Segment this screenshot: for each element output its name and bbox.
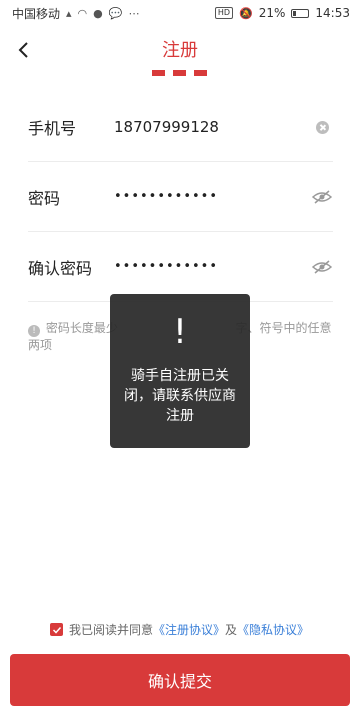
check-icon <box>52 626 61 634</box>
hd-badge: HD <box>214 7 234 19</box>
agreement: 我已阅读并同意 《注册协议》 及 《隐私协议》 <box>50 621 309 638</box>
header: 注册 <box>0 26 360 82</box>
register-form: 手机号 18707999128 密码 •••••••••••• 确认密码 •••… <box>28 92 333 302</box>
register-agreement-link[interactable]: 《注册协议》 <box>153 621 225 638</box>
title-dash <box>194 70 207 76</box>
status-bar-left: 中国移动 ▴ ◠ ● 💬 ⋯ <box>12 5 139 22</box>
notification-icon: ● <box>93 6 103 20</box>
phone-row: 手机号 18707999128 <box>28 92 333 162</box>
mute-icon: 🔕 <box>239 6 253 20</box>
page-title: 注册 <box>162 40 198 61</box>
more-icon: ⋯ <box>128 6 140 20</box>
confirm-password-input[interactable]: •••••••••••• <box>114 259 333 274</box>
agreement-checkbox[interactable] <box>50 623 63 636</box>
submit-button[interactable]: 确认提交 <box>10 654 350 706</box>
status-bar: 中国移动 ▴ ◠ ● 💬 ⋯ HD 🔕 21% 14:53 <box>0 0 360 26</box>
title-dash <box>152 70 165 76</box>
toast-message: 骑手自注册已关闭，请联系供应商注册 <box>124 368 236 424</box>
eye-off-icon <box>312 260 332 274</box>
status-bar-right: HD 🔕 21% 14:53 <box>214 6 350 20</box>
battery-icon <box>291 8 310 18</box>
confirm-password-row: 确认密码 •••••••••••• <box>28 232 333 302</box>
toggle-password-button[interactable] <box>311 186 333 208</box>
wifi-icon: ◠ <box>77 6 88 20</box>
carrier-label: 中国移动 <box>12 6 61 21</box>
clock: 14:53 <box>315 6 350 20</box>
title-dash <box>173 70 186 76</box>
confirm-password-label: 确认密码 <box>28 258 93 278</box>
clear-icon <box>315 120 329 134</box>
title-underline <box>152 70 207 76</box>
phone-label: 手机号 <box>28 118 77 138</box>
signal-icon: ▴ <box>66 6 72 20</box>
eye-off-icon <box>312 190 332 204</box>
clear-button[interactable] <box>311 116 333 138</box>
hint-text-left: 密码长度最少 <box>45 321 118 335</box>
info-icon: ! <box>28 325 40 337</box>
password-row: 密码 •••••••••••• <box>28 162 333 232</box>
agreement-prefix: 我已阅读并同意 <box>69 623 154 637</box>
message-icon: 💬 <box>108 6 123 20</box>
toggle-confirm-password-button[interactable] <box>311 256 333 278</box>
password-input[interactable]: •••••••••••• <box>114 189 333 204</box>
battery-percent: 21% <box>258 6 286 20</box>
toast-dialog: ! 骑手自注册已关闭，请联系供应商注册 <box>110 294 250 448</box>
agreement-conjunction: 及 <box>225 623 238 637</box>
exclamation-icon: ! <box>173 312 187 352</box>
password-label: 密码 <box>28 188 61 208</box>
privacy-agreement-link[interactable]: 《隐私协议》 <box>237 621 309 638</box>
phone-input[interactable]: 18707999128 <box>114 118 333 136</box>
